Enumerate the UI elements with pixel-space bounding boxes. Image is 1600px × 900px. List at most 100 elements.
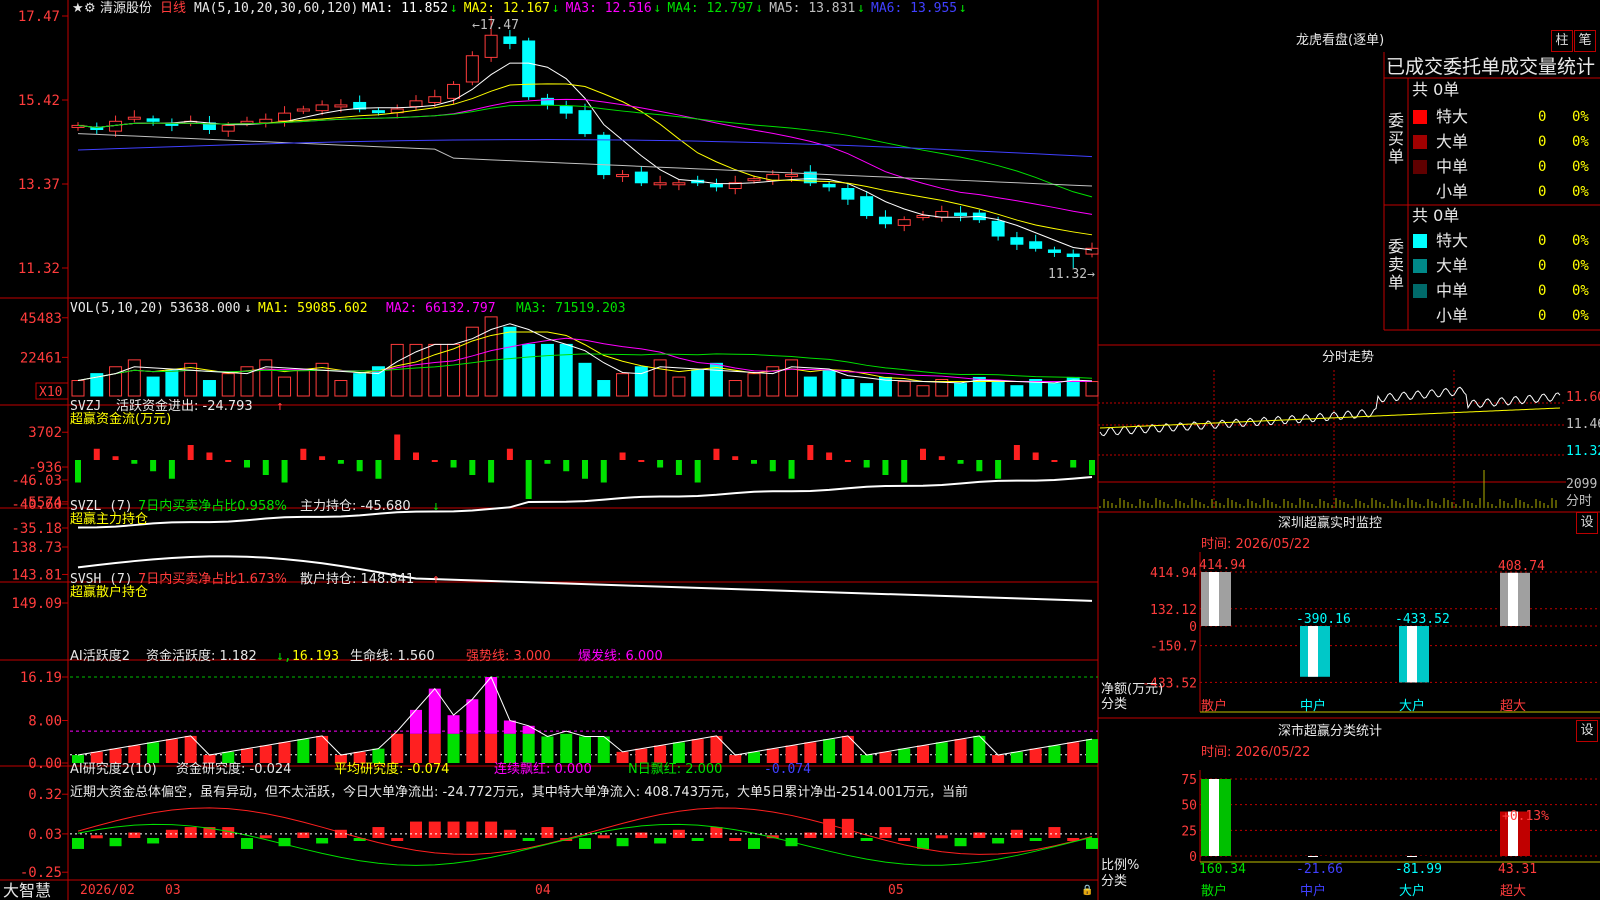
ai1-bar (898, 748, 911, 763)
ma-line-5 (77, 133, 1093, 187)
vol-title: VOL(5,10,20) (70, 301, 164, 316)
svzl-sub: 超赢主力持仓 (70, 512, 149, 527)
ai1-bar (259, 745, 272, 763)
sell-side-label: 委卖单 (1388, 237, 1405, 292)
candle (296, 108, 310, 112)
candle (785, 174, 799, 178)
buy-total: 共 0单 (1412, 80, 1460, 99)
svzj-bar (1051, 460, 1058, 462)
monitor-settings-button[interactable]: 设 (1576, 512, 1598, 534)
svzj-bar (582, 460, 588, 479)
ai2-bar (72, 838, 84, 849)
volume-bar (653, 359, 667, 397)
stats-bar-label-2: -81.99 (1395, 862, 1442, 877)
candle (878, 216, 892, 225)
ai2-bar (748, 838, 760, 849)
star-icon[interactable]: ★ (72, 1, 84, 16)
longhu-heading: 已成交委托单成交量统计 (1386, 56, 1596, 78)
monitor-xlabel: 分类 (1101, 697, 1128, 712)
ai2-bar (391, 838, 404, 841)
candle (1066, 253, 1080, 258)
ai2-bar (579, 838, 591, 849)
candle (484, 34, 498, 58)
stats-category-2: 大户 (1399, 883, 1425, 899)
ai1-bar (635, 748, 648, 763)
stats-bar-label-0: 160.34 (1199, 862, 1246, 877)
candle (597, 134, 611, 176)
kline-ytick: 15.42 (18, 93, 60, 109)
ma-legend-2: MA2: 12.167 (463, 1, 550, 16)
period-label[interactable]: 日线 (160, 1, 186, 16)
ai2-bar (860, 838, 873, 841)
order-type-label: 小单 (1436, 306, 1469, 325)
ai2-bar (1048, 827, 1061, 838)
ai2-bar (1086, 838, 1098, 849)
ai2-bar (410, 821, 422, 838)
ai1-bar (410, 733, 422, 763)
ai2-bar (90, 835, 103, 839)
ai2-bar (316, 838, 329, 844)
svzj-bar (394, 434, 401, 460)
svzj-bar (300, 448, 307, 460)
svzj-bar (1070, 460, 1077, 468)
tick-mode-button[interactable]: 笔 (1574, 30, 1596, 52)
ma-legend-arrow-3: ↓ (653, 1, 662, 16)
fenshi-ytick-0: 11.60 (1566, 390, 1600, 405)
ai2-bar (1029, 838, 1042, 841)
svzj-bar (938, 456, 945, 460)
ai1-l1: 资金活跃度: 1.182 (146, 649, 257, 664)
order-pct: 0% (1572, 134, 1589, 150)
stats-category-1: 中户 (1300, 883, 1326, 899)
stats-bar-shine-1 (1308, 856, 1318, 857)
svzj-bar (544, 460, 551, 464)
ai1-bar (372, 748, 385, 763)
candle (616, 174, 630, 178)
svsh-ytick: 149.09 (11, 596, 62, 612)
settings-icon[interactable]: ⚙ (84, 1, 96, 16)
monitor-bar-shine-2 (1407, 626, 1417, 683)
order-type-label: 中单 (1436, 281, 1469, 300)
svzj-bar (713, 448, 720, 460)
ai2-ytick: 0.03 (28, 827, 62, 843)
stock-name: 清源股份 (100, 1, 153, 16)
bar-mode-button[interactable]: 柱 (1551, 30, 1573, 52)
monitor-ytick: 414.94 (1150, 566, 1197, 581)
stats-ytick: 25 (1181, 824, 1197, 839)
lock-icon[interactable]: 🔒 (1081, 883, 1093, 898)
candle (447, 83, 461, 99)
ma-legend-arrow-2: ↓ (551, 1, 560, 16)
kline-ytick: 13.37 (18, 177, 60, 193)
svzj-bar (694, 460, 701, 483)
order-type-label: 中单 (1436, 157, 1469, 176)
ma-legend-3: MA3: 12.516 (565, 1, 652, 16)
volume-bar (897, 381, 911, 397)
ai2-bar (973, 832, 986, 838)
volume-bar (916, 385, 930, 397)
ai1-title: AI活跃度2 (70, 649, 130, 664)
svzj-bar (769, 460, 776, 472)
order-type-label: 大单 (1436, 256, 1469, 275)
legend-swatch (1413, 234, 1427, 248)
ai1-bar (1048, 745, 1061, 763)
ai2-bar (184, 827, 197, 838)
stats-xlabel: 分类 (1101, 874, 1128, 889)
svzj-bar (1089, 460, 1095, 475)
ai2-bar (541, 827, 554, 838)
svzl-label: 主力持仓: -45.680 (300, 499, 411, 514)
ma-legend-6: MA6: 13.955 (871, 1, 958, 16)
ai1-bar (766, 748, 779, 763)
svzj-bar (469, 460, 476, 475)
ai1-v2: 16.193 (292, 649, 339, 664)
ai1-bar (672, 742, 685, 763)
monitor-title: 深圳超赢实时监控 (1278, 516, 1383, 531)
monitor-category-1: 中户 (1300, 698, 1326, 714)
low-label: 11.32→ (1048, 267, 1095, 282)
stats-settings-button[interactable]: 设 (1576, 720, 1598, 742)
volume-bar (71, 380, 85, 397)
stats-bar-shine-2 (1407, 856, 1417, 857)
ai2-bar (729, 838, 742, 841)
candle (578, 110, 592, 135)
ai1-bar (935, 742, 948, 763)
ai2-bar (879, 827, 892, 838)
ai2-bar (654, 838, 667, 844)
